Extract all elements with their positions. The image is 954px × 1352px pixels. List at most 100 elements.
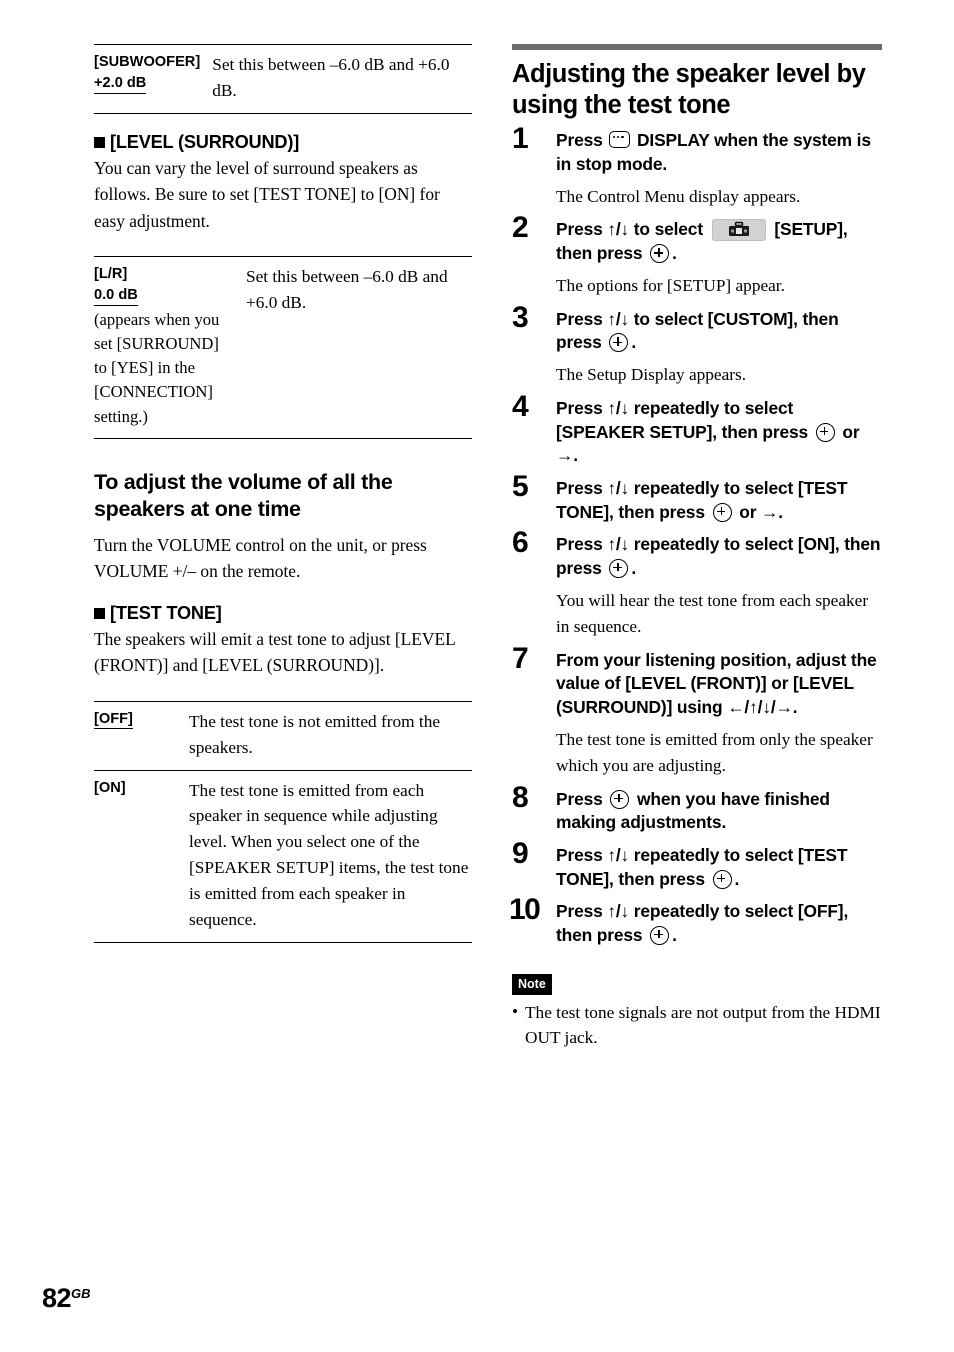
list-item: The test tone signals are not output fro… — [512, 999, 882, 1052]
step-text-end: . — [631, 332, 637, 353]
step-number: 10 — [509, 893, 541, 927]
enter-icon — [712, 502, 732, 522]
step-result: The Setup Display appears. — [556, 365, 747, 385]
step-instruction: Press ↑/↓ repeatedly to select [SPEAKER … — [556, 397, 882, 468]
subwoofer-spec-table: [SUBWOOFER] +2.0 dB Set this between –6.… — [94, 44, 472, 114]
display-icon — [609, 131, 631, 149]
test-tone-off-value-cell: The test tone is not emitted from the sp… — [189, 711, 441, 757]
step-instruction: Press ↑/↓ to select [CUSTOM], then press… — [556, 308, 882, 355]
lr-spec-table: [L/R] 0.0 dB (appears when you set [SURR… — [94, 256, 472, 439]
subwoofer-key-label: [SUBWOOFER] — [94, 54, 201, 70]
step-3: 3 Press ↑/↓ to select [CUSTOM], then pre… — [512, 302, 882, 388]
step-7: 7 From your listening position, adjust t… — [512, 643, 882, 779]
lr-default-value: 0.0 dB — [94, 287, 138, 306]
step-text-end: . — [734, 868, 740, 889]
left-column: [SUBWOOFER] +2.0 dB Set this between –6.… — [94, 44, 472, 944]
test-tone-on-value-cell: The test tone is emitted from each speak… — [187, 769, 472, 943]
note-badge: Note — [512, 973, 552, 995]
step-number: 9 — [512, 836, 529, 870]
level-surround-body: You can vary the level of surround speak… — [94, 157, 440, 231]
step-8: 8 Press when you have finished making ad… — [512, 782, 882, 835]
step-4: 4 Press ↑/↓ repeatedly to select [SPEAKE… — [512, 392, 882, 468]
enter-icon — [609, 559, 629, 579]
level-surround-heading-label: [LEVEL (SURROUND)] — [110, 131, 300, 152]
note-block: Note The test tone signals are not outpu… — [512, 973, 882, 1052]
step-number: 2 — [512, 211, 529, 245]
page-title: Adjusting the speaker level by using the… — [512, 60, 866, 119]
test-tone-body: The speakers will emit a test tone to ad… — [94, 628, 456, 676]
step-instruction: Press DISPLAY when the system is in stop… — [556, 129, 882, 176]
enter-icon — [610, 789, 630, 809]
step-text-end: . — [672, 243, 677, 264]
step-instruction: Press ↑/↓ repeatedly to select [TEST TON… — [556, 844, 882, 891]
step-instruction: Press ↑/↓ repeatedly to select [TEST TON… — [556, 477, 882, 524]
step-number: 3 — [512, 300, 529, 334]
step-text-before: Press ↑/↓ repeatedly to select [TEST TON… — [556, 844, 848, 889]
step-text-end: . — [672, 924, 677, 945]
lr-key-note: (appears when you set [SURROUND] to [YES… — [94, 309, 220, 426]
table-row: [ON] The test tone is emitted from each … — [94, 769, 472, 943]
right-column: Adjusting the speaker level by using the… — [509, 44, 882, 1052]
section-rule — [512, 44, 882, 50]
step-2: 2 Press ↑/↓ to select [SETUP], then pres… — [512, 213, 882, 298]
test-tone-on-key-cell: [ON] — [94, 769, 187, 943]
step-text-after: DISPLAY when the system is in stop mode. — [556, 130, 871, 174]
step-number: 7 — [512, 641, 529, 675]
volume-section-heading: To adjust the volume of all the speakers… — [94, 469, 393, 522]
table-row: [OFF] The test tone is not emitted from … — [94, 701, 472, 770]
lr-key-label: [L/R] — [94, 266, 128, 283]
step-text-before: Press — [556, 130, 603, 151]
subwoofer-value-cell: Set this between –6.0 dB and +6.0 dB. — [212, 55, 450, 100]
step-text-before: Press ↑/↓ repeatedly to select [ON], the… — [556, 534, 881, 579]
test-tone-options-table: [OFF] The test tone is not emitted from … — [94, 700, 472, 944]
black-square-bullet-icon — [94, 607, 105, 619]
enter-icon — [650, 925, 670, 945]
step-instruction: From your listening position, adjust the… — [556, 649, 877, 717]
step-5: 5 Press ↑/↓ repeatedly to select [TEST T… — [512, 472, 882, 524]
subwoofer-key-cell: [SUBWOOFER] +2.0 dB — [94, 45, 210, 114]
step-text-before: Press ↑/↓ repeatedly to select [TEST TON… — [556, 478, 848, 522]
page-number-suffix: GB — [71, 1286, 91, 1301]
enter-icon — [650, 244, 670, 264]
test-tone-heading-label: [TEST TONE] — [110, 602, 222, 623]
enter-icon — [609, 333, 629, 353]
step-result: The Control Menu display appears. — [556, 186, 801, 206]
step-result: You will hear the test tone from each sp… — [556, 590, 869, 636]
step-text-before: Press ↑/↓ repeatedly to select [SPEAKER … — [556, 398, 809, 442]
step-10: 10 Press ↑/↓ repeatedly to select [OFF],… — [509, 895, 882, 947]
subwoofer-default-value: +2.0 dB — [94, 75, 147, 94]
step-number: 5 — [512, 470, 529, 504]
step-instruction: Press when you have finished making adju… — [556, 788, 882, 835]
enter-icon — [712, 869, 732, 889]
lr-key-cell: [L/R] 0.0 dB (appears when you set [SURR… — [94, 257, 244, 439]
step-text-before: Press ↑/↓ repeatedly to select [OFF], th… — [556, 901, 849, 945]
test-tone-heading: [TEST TONE] — [94, 603, 472, 624]
step-1: 1 Press DISPLAY when the system is in st… — [512, 124, 882, 209]
page-number-value: 82 — [42, 1283, 72, 1313]
step-instruction: Press ↑/↓ repeatedly to select [ON], the… — [556, 533, 882, 580]
step-text-end: . — [631, 558, 637, 579]
step-6: 6 Press ↑/↓ repeatedly to select [ON], t… — [512, 528, 882, 639]
step-text-before: Press ↑/↓ to select [CUSTOM], then press — [556, 308, 839, 353]
step-number: 1 — [512, 122, 529, 156]
step-result: The options for [SETUP] appear. — [556, 275, 785, 295]
step-instruction: Press ↑/↓ to select [SETUP], then press … — [556, 218, 882, 265]
step-number: 6 — [512, 526, 529, 560]
enter-icon — [815, 422, 835, 442]
step-9: 9 Press ↑/↓ repeatedly to select [TEST T… — [512, 838, 882, 891]
table-row: [SUBWOOFER] +2.0 dB Set this between –6.… — [94, 45, 472, 114]
page-number: 82GB — [42, 1283, 91, 1314]
table-row: [L/R] 0.0 dB (appears when you set [SURR… — [94, 257, 472, 439]
note-list: The test tone signals are not output fro… — [512, 999, 882, 1052]
level-surround-heading: [LEVEL (SURROUND)] — [94, 132, 472, 153]
step-number: 8 — [512, 780, 529, 814]
step-text-before: Press ↑/↓ to select — [556, 219, 703, 240]
volume-section-body: Turn the VOLUME control on the unit, or … — [94, 534, 427, 582]
step-result: The test tone is emitted from only the s… — [556, 729, 873, 775]
setup-toolbox-icon — [711, 219, 766, 242]
step-text-end: or →. — [739, 501, 783, 522]
test-tone-off-key-label: [OFF] — [94, 711, 133, 730]
step-text-before: Press — [556, 788, 603, 809]
black-square-bullet-icon — [94, 136, 105, 148]
step-number: 4 — [512, 390, 529, 424]
